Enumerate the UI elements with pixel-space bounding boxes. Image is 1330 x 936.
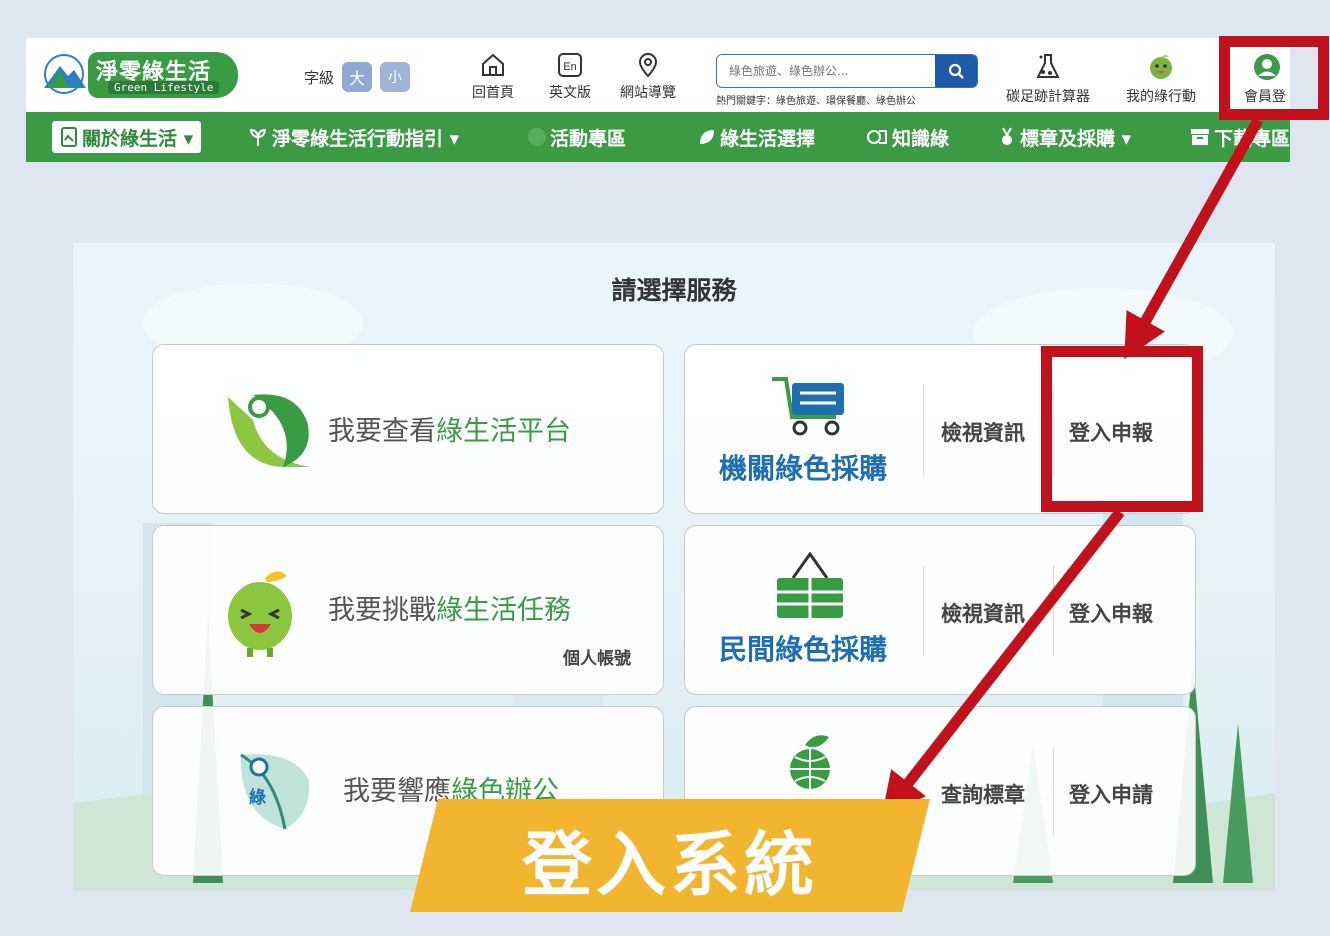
banner-text: 登入系統 <box>522 824 818 906</box>
arrow-to-banner <box>881 508 1125 818</box>
login-system-banner: 登入系統 <box>410 799 930 912</box>
arrow-to-login-report <box>1124 117 1263 360</box>
annotation-arrows <box>881 117 1263 818</box>
